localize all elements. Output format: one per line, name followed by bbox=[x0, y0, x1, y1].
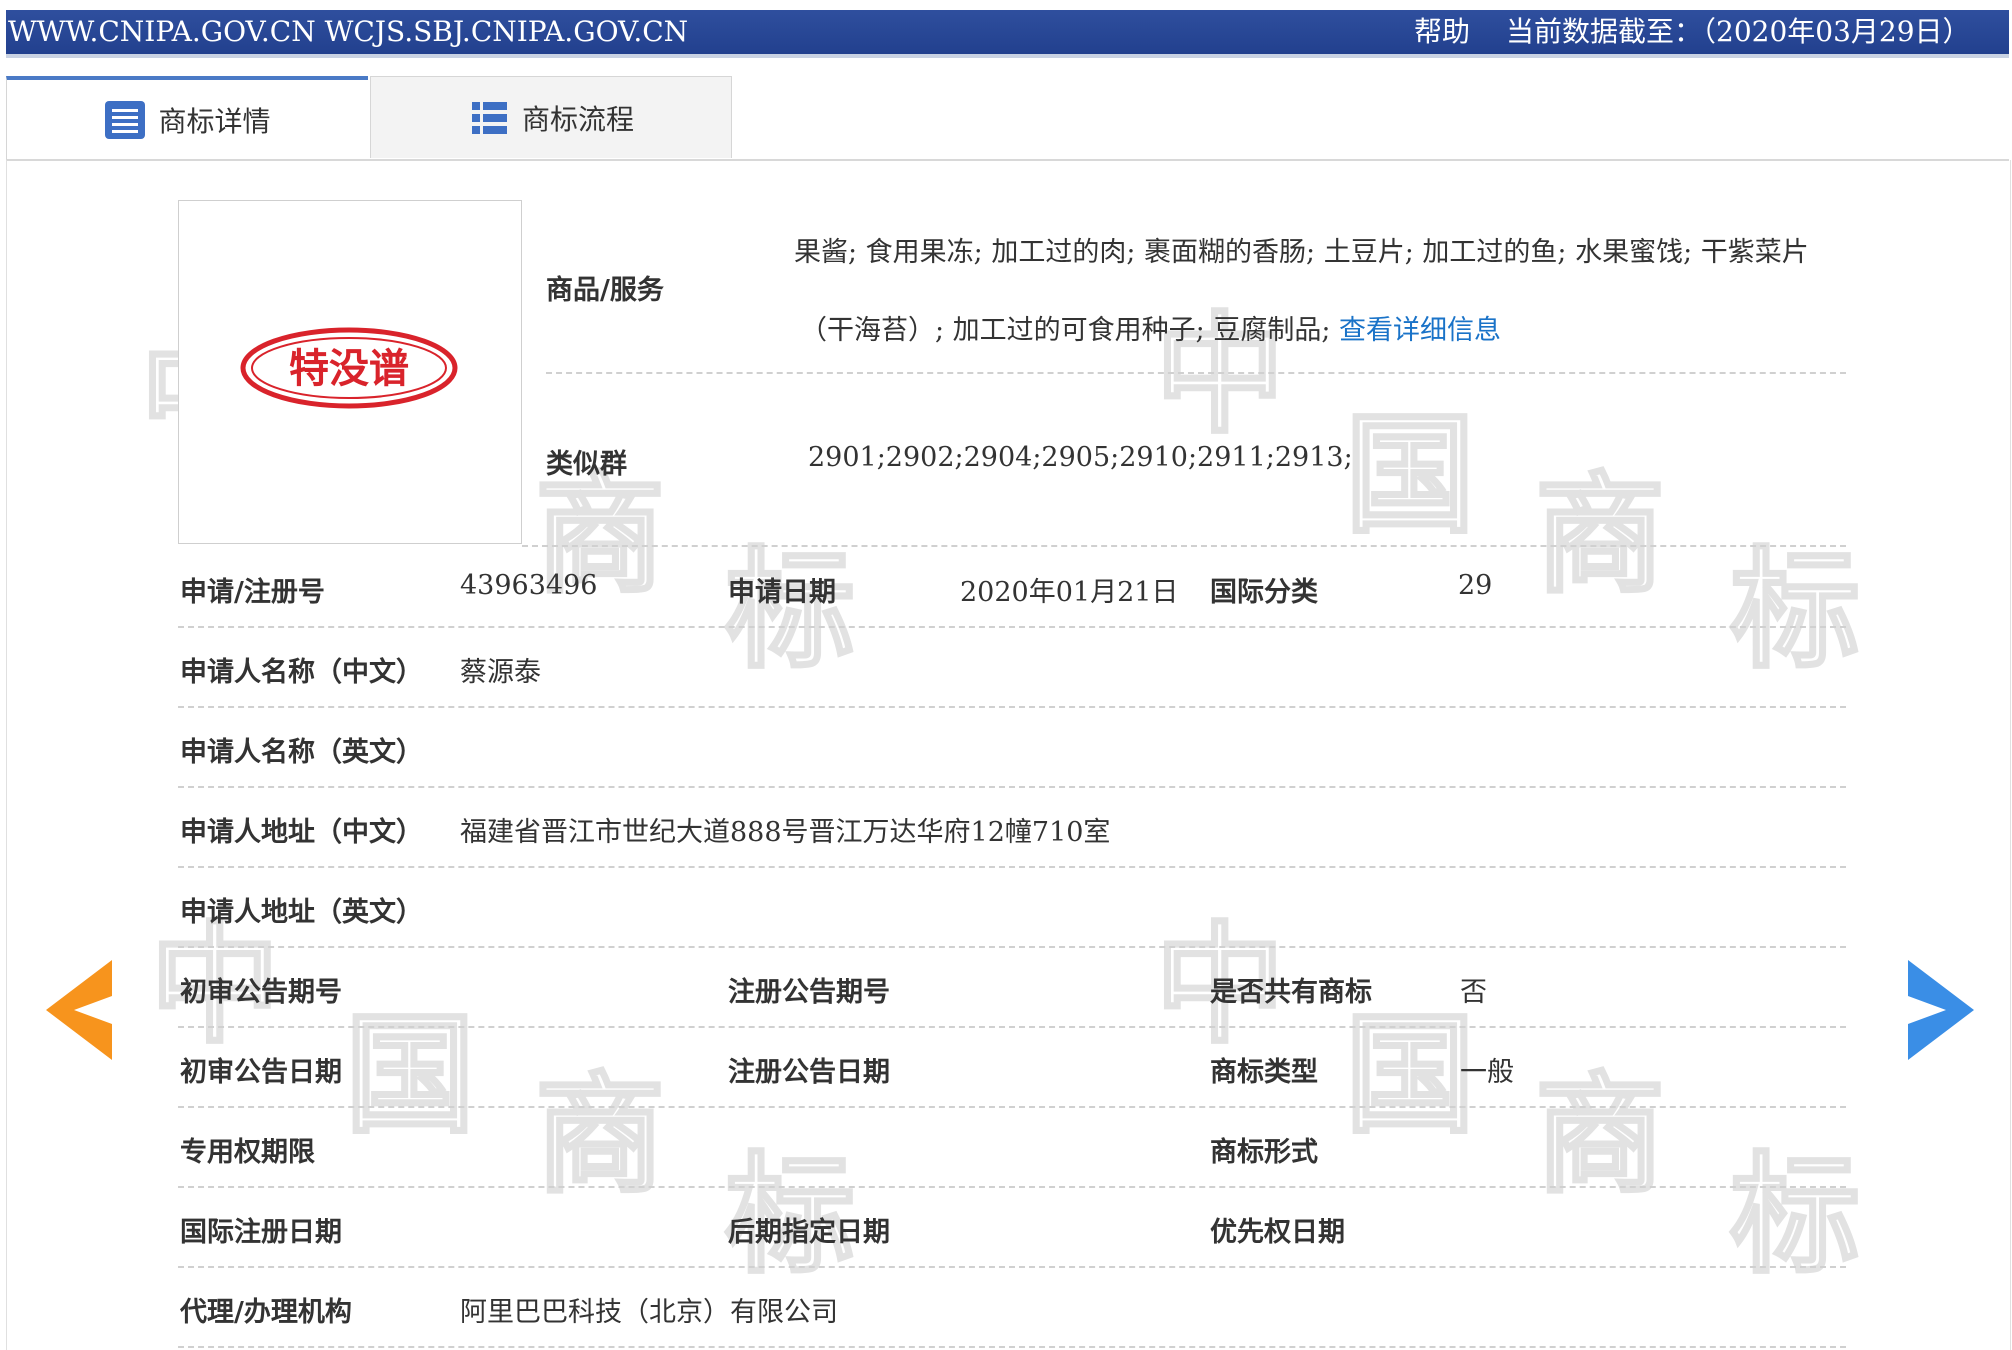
address-en-label: 申请人地址（英文） bbox=[180, 897, 423, 928]
tab-trademark-details[interactable]: 商标详情 bbox=[6, 76, 368, 160]
watermark-char: 商 bbox=[1533, 1057, 1666, 1213]
watermark-char: 中 bbox=[1153, 297, 1286, 453]
site-urls[interactable]: WWW.CNIPA.GOV.CN WCJS.SBJ.CNIPA.GOV.CN bbox=[8, 10, 688, 54]
intl-class-label: 国际分类 bbox=[1210, 577, 1318, 608]
next-arrow-icon[interactable] bbox=[1904, 960, 1974, 1060]
mark-type-label: 商标类型 bbox=[1210, 1057, 1318, 1088]
top-bar: WWW.CNIPA.GOV.CN WCJS.SBJ.CNIPA.GOV.CN 帮… bbox=[6, 10, 2009, 54]
trademark-seal: 特没谱 bbox=[240, 327, 458, 409]
shared-label: 是否共有商标 bbox=[1210, 977, 1372, 1008]
process-list-icon bbox=[468, 98, 510, 138]
watermark-char: 商 bbox=[1533, 457, 1666, 613]
divider bbox=[522, 545, 1846, 547]
divider bbox=[178, 946, 1846, 948]
reg-date-label: 注册公告日期 bbox=[728, 1057, 890, 1088]
later-designation-label: 后期指定日期 bbox=[728, 1217, 890, 1248]
watermark-char: 标 bbox=[1728, 532, 1861, 688]
view-details-link[interactable]: 查看详细信息 bbox=[1339, 315, 1501, 346]
divider bbox=[178, 1106, 1846, 1108]
similar-group-value: 2901;2902;2904;2905;2910;2911;2913; bbox=[808, 442, 1353, 473]
prelim-date-label: 初审公告日期 bbox=[180, 1057, 342, 1088]
goods-line-1: 果酱; 食用果冻; 加工过的肉; 裹面糊的香肠; 土豆片; 加工过的鱼; 水果蜜… bbox=[794, 237, 1809, 268]
applicant-en-label: 申请人名称（英文） bbox=[180, 737, 423, 768]
applicant-cn-value: 蔡源泰 bbox=[460, 657, 541, 688]
divider bbox=[178, 786, 1846, 788]
shared-value: 否 bbox=[1460, 977, 1487, 1008]
priority-date-label: 优先权日期 bbox=[1210, 1217, 1345, 1248]
agent-label: 代理/办理机构 bbox=[180, 1297, 352, 1328]
divider bbox=[178, 1346, 1846, 1348]
divider bbox=[178, 626, 1846, 628]
agent-value: 阿里巴巴科技（北京）有限公司 bbox=[460, 1297, 838, 1328]
intl-reg-date-label: 国际注册日期 bbox=[180, 1217, 342, 1248]
mark-type-value: 一般 bbox=[1460, 1057, 1514, 1088]
similar-group-label: 类似群 bbox=[546, 449, 627, 480]
help-link[interactable]: 帮助 bbox=[1414, 10, 1470, 54]
watermark-char: 国 bbox=[343, 997, 476, 1153]
watermark-char: 标 bbox=[1728, 1137, 1861, 1293]
divider bbox=[178, 1266, 1846, 1268]
address-cn-label: 申请人地址（中文） bbox=[180, 817, 423, 848]
app-date-label: 申请日期 bbox=[728, 577, 836, 608]
divider bbox=[178, 706, 1846, 708]
trademark-image[interactable]: 特没谱 bbox=[178, 200, 522, 544]
mark-form-label: 商标形式 bbox=[1210, 1137, 1318, 1168]
divider bbox=[178, 1026, 1846, 1028]
reg-issue-label: 注册公告期号 bbox=[728, 977, 890, 1008]
goods-line-2: （干海苔）; 加工过的可食用种子; 豆腐制品; 查看详细信息 bbox=[800, 315, 1502, 346]
applicant-cn-label: 申请人名称（中文） bbox=[180, 657, 423, 688]
address-cn-value: 福建省晋江市世纪大道888号晋江万达华府12幢710室 bbox=[460, 817, 1111, 848]
tab-trademark-process[interactable]: 商标流程 bbox=[370, 76, 732, 158]
reg-no-value: 43963496 bbox=[460, 570, 598, 601]
prelim-issue-label: 初审公告期号 bbox=[180, 977, 342, 1008]
watermark-char: 国 bbox=[1343, 397, 1476, 553]
reg-no-label: 申请/注册号 bbox=[180, 577, 325, 608]
intl-class-value: 29 bbox=[1458, 570, 1493, 601]
watermark-char: 商 bbox=[533, 1057, 666, 1213]
divider bbox=[178, 1186, 1846, 1188]
goods-label: 商品/服务 bbox=[546, 275, 664, 306]
data-as-of: 当前数据截至：（2020年03月29日） bbox=[1506, 15, 1971, 48]
exclusive-period-label: 专用权期限 bbox=[180, 1137, 315, 1168]
tab-label: 商标详情 bbox=[158, 105, 271, 138]
tab-bar: 商标详情 商标流程 bbox=[6, 76, 2009, 160]
prev-arrow-icon[interactable] bbox=[46, 960, 116, 1060]
divider bbox=[546, 372, 1846, 374]
watermark-char: 标 bbox=[723, 1137, 856, 1293]
document-list-icon bbox=[104, 100, 146, 140]
app-date-value: 2020年01月21日 bbox=[960, 577, 1179, 608]
tab-label: 商标流程 bbox=[521, 102, 634, 136]
trademark-text: 特没谱 bbox=[289, 345, 409, 392]
divider bbox=[178, 866, 1846, 868]
